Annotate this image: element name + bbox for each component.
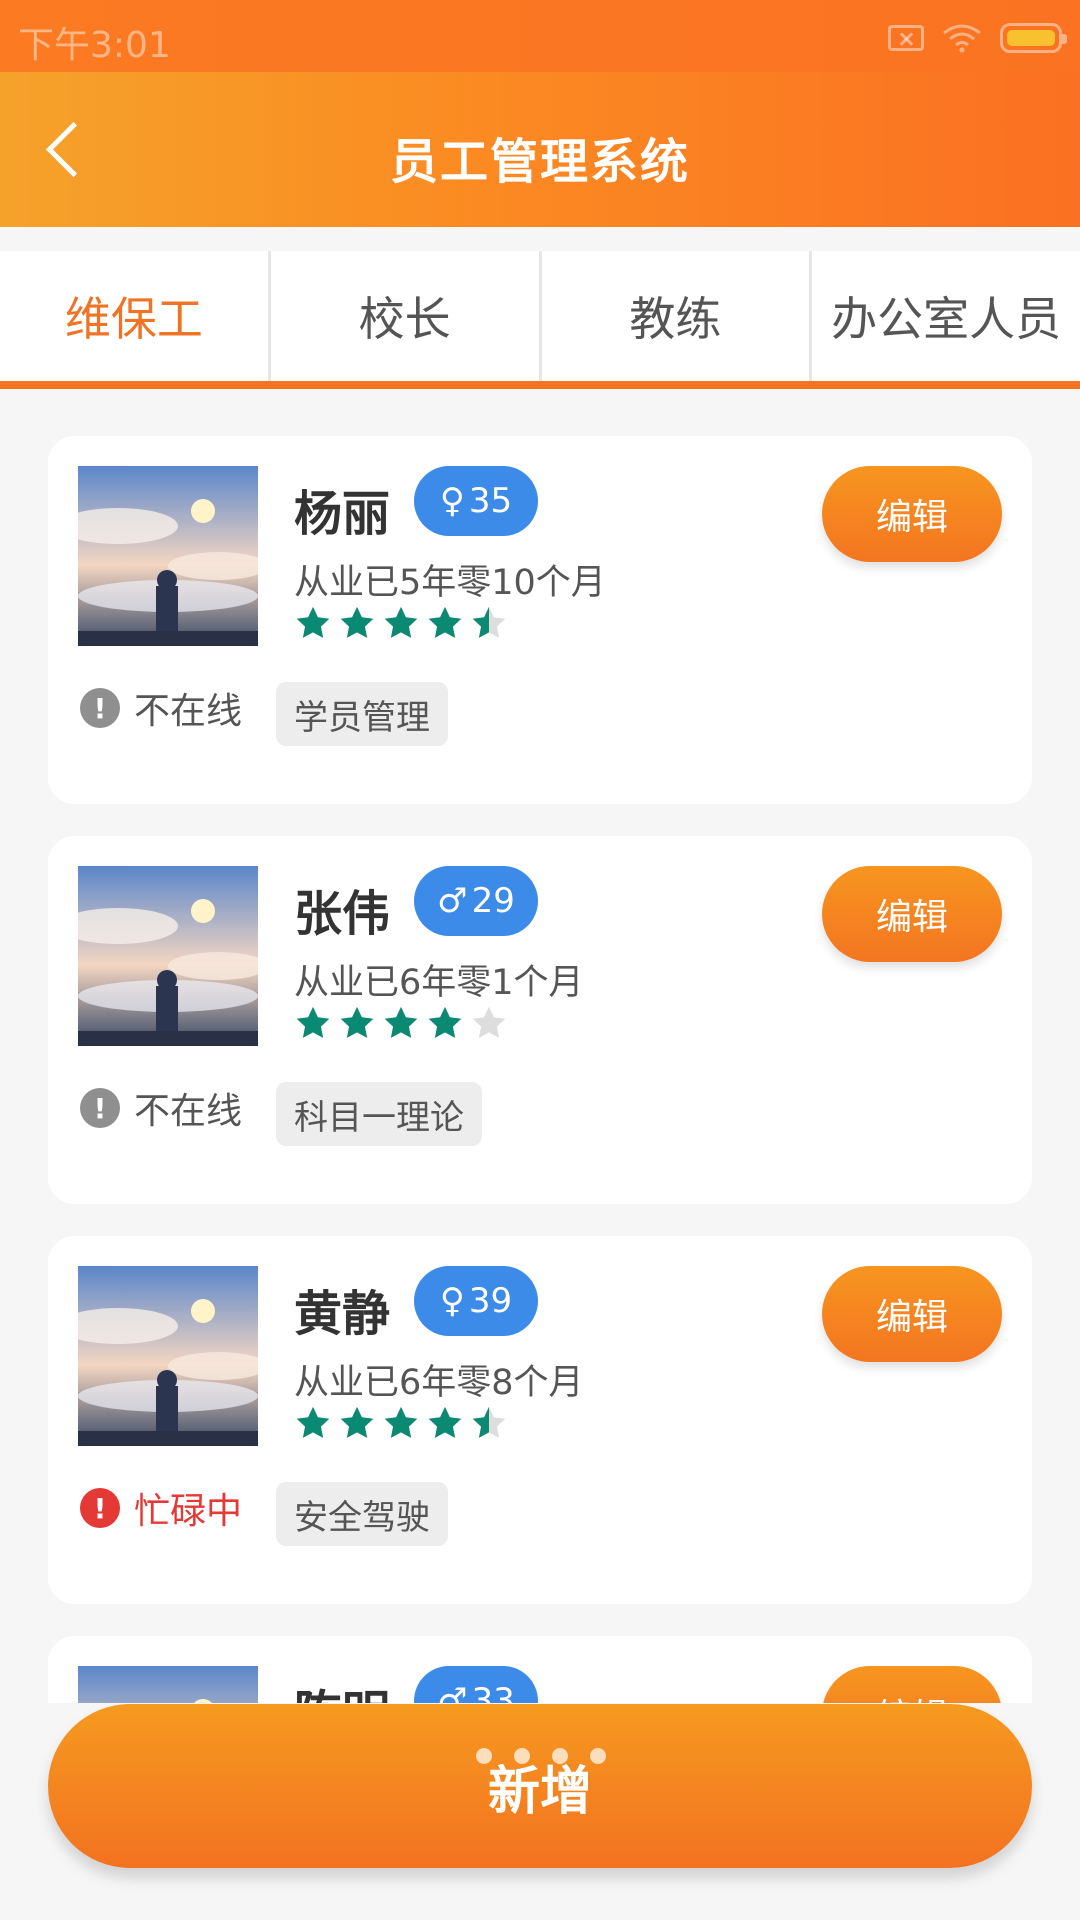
edit-button[interactable]: 编辑 xyxy=(822,1666,1002,1703)
subject-tag: 科目一理论 xyxy=(276,1082,482,1146)
tab-office-staff[interactable]: 办公室人员 xyxy=(812,251,1080,381)
star-icon xyxy=(472,1406,506,1438)
star-icon xyxy=(340,1406,374,1438)
star-icon xyxy=(296,606,330,638)
star-icon xyxy=(428,1406,462,1438)
edit-button[interactable]: 编辑 xyxy=(822,466,1002,562)
employee-name: 陈明 xyxy=(294,1674,390,1703)
loading-dots xyxy=(476,1748,606,1764)
alert-icon: ! xyxy=(80,1488,120,1528)
gender-age-badge: ♂ 33 xyxy=(414,1666,538,1703)
edit-button-label: 编辑 xyxy=(875,1297,948,1338)
star-icon xyxy=(428,606,462,638)
sim-off-icon xyxy=(888,25,924,51)
rating-stars xyxy=(294,1404,508,1442)
tab-principal[interactable]: 校长 xyxy=(271,251,542,381)
star-icon xyxy=(384,1406,418,1438)
avatar xyxy=(78,466,258,646)
experience-text: 从业已6年零1个月 xyxy=(294,963,584,1003)
status-text: 不在线 xyxy=(134,691,243,732)
employee-card[interactable]: 杨丽 ♀ 35 从业已5年零10个月 编辑 ! 不在线 学员管理 xyxy=(48,436,1032,804)
status-bar: 下午3:01 xyxy=(0,0,1080,72)
star-icon xyxy=(428,1006,462,1038)
experience-text: 从业已5年零10个月 xyxy=(294,563,606,603)
star-icon xyxy=(296,1006,330,1038)
employee-list[interactable]: 杨丽 ♀ 35 从业已5年零10个月 编辑 ! 不在线 学员管理 张伟 ♂ 29… xyxy=(0,395,1080,1703)
experience-text: 从业已6年零8个月 xyxy=(294,1363,584,1403)
subject-tag: 安全驾驶 xyxy=(276,1482,448,1546)
status-indicator: ! 不在线 xyxy=(80,1082,242,1134)
employee-card[interactable]: 陈明 ♂ 33 编辑 xyxy=(48,1636,1032,1703)
status-text: 不在线 xyxy=(134,1091,243,1132)
age-value: 33 xyxy=(471,1681,515,1703)
rating-stars xyxy=(294,1004,508,1042)
gender-age-badge: ♂ 29 xyxy=(414,866,538,936)
avatar xyxy=(78,866,258,1046)
star-icon xyxy=(340,606,374,638)
star-icon xyxy=(472,606,506,638)
employee-card[interactable]: 黄静 ♀ 39 从业已6年零8个月 编辑 ! 忙碌中 安全驾驶 xyxy=(48,1236,1032,1604)
add-button[interactable]: 新增 xyxy=(48,1704,1032,1868)
employee-name: 黄静 xyxy=(294,1286,391,1342)
age-value: 35 xyxy=(468,481,513,521)
employee-name: 杨丽 xyxy=(294,486,391,542)
page-title: 员工管理系统 xyxy=(389,134,690,190)
gender-icon: ♂ xyxy=(437,1681,468,1703)
status-text: 忙碌中 xyxy=(134,1491,243,1532)
app-header: 员工管理系统 xyxy=(0,72,1080,227)
edit-button[interactable]: 编辑 xyxy=(822,866,1002,962)
info-icon: ! xyxy=(80,1088,120,1128)
wifi-icon xyxy=(943,24,981,53)
status-indicator: ! 忙碌中 xyxy=(80,1482,242,1534)
status-icons xyxy=(888,20,1067,56)
rating-stars xyxy=(294,604,508,642)
edit-button-label: 编辑 xyxy=(875,897,948,938)
star-icon xyxy=(384,1006,418,1038)
age-value: 39 xyxy=(468,1281,513,1321)
info-icon: ! xyxy=(80,688,120,728)
edit-button[interactable]: 编辑 xyxy=(822,1266,1002,1362)
tab-maintenance[interactable]: 维保工 xyxy=(0,251,271,381)
status-time: 下午3:01 xyxy=(18,25,171,66)
tab-coach[interactable]: 教练 xyxy=(542,251,813,381)
gender-age-badge: ♀ 35 xyxy=(414,466,538,536)
star-icon xyxy=(472,1006,506,1038)
battery-icon xyxy=(1000,23,1067,53)
gender-age-badge: ♀ 39 xyxy=(414,1266,538,1336)
employee-name: 张伟 xyxy=(294,886,391,942)
employee-card[interactable]: 张伟 ♂ 29 从业已6年零1个月 编辑 ! 不在线 科目一理论 xyxy=(48,836,1032,1204)
star-icon xyxy=(384,606,418,638)
category-tabs: 维保工 校长 教练 办公室人员 xyxy=(0,251,1080,389)
gender-icon: ♀ xyxy=(439,481,465,521)
avatar xyxy=(78,1266,258,1446)
gender-icon: ♀ xyxy=(439,1281,465,1321)
edit-button-label: 编辑 xyxy=(876,1688,948,1703)
star-icon xyxy=(296,1406,330,1438)
status-indicator: ! 不在线 xyxy=(80,682,242,734)
star-icon xyxy=(340,1006,374,1038)
edit-button-label: 编辑 xyxy=(875,497,948,538)
avatar xyxy=(78,1666,258,1703)
gender-icon: ♂ xyxy=(437,881,468,921)
subject-tag: 学员管理 xyxy=(276,682,448,746)
age-value: 29 xyxy=(471,881,515,921)
